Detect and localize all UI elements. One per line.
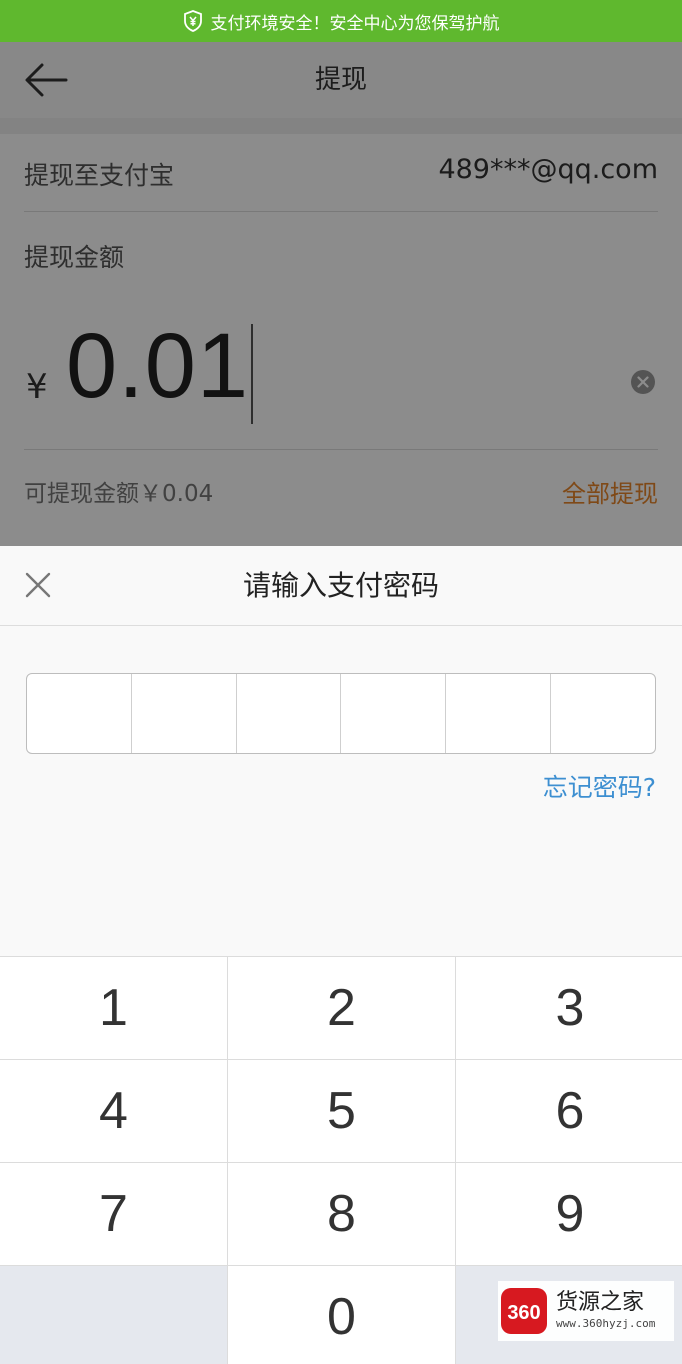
shield-yen-icon — [183, 10, 202, 32]
security-banner-text: 支付环境安全！安全中心为您保驾护航 — [210, 13, 500, 34]
watermark-text: 货源之家 www.360hyzj.com — [556, 1290, 655, 1332]
svg-text:360: 360 — [507, 1302, 540, 1324]
key-0[interactable]: 0 — [228, 1266, 455, 1364]
password-digit-cell — [27, 674, 132, 753]
sheet-header: 请输入支付密码 — [0, 546, 682, 626]
key-6[interactable]: 6 — [456, 1060, 682, 1162]
modal-overlay[interactable] — [0, 42, 682, 546]
watermark: 360 货源之家 www.360hyzj.com — [498, 1281, 674, 1341]
password-digit-cell — [341, 674, 447, 753]
password-digit-cell — [551, 674, 655, 753]
key-9[interactable]: 9 — [456, 1163, 682, 1265]
key-5[interactable]: 5 — [228, 1060, 455, 1162]
watermark-logo: 360 — [501, 1288, 547, 1334]
password-sheet: 请输入支付密码 忘记密码? — [0, 546, 682, 956]
key-8[interactable]: 8 — [228, 1163, 455, 1265]
watermark-url: www.360hyzj.com — [556, 1317, 656, 1330]
sheet-title: 请输入支付密码 — [242, 569, 439, 602]
password-input[interactable] — [26, 673, 656, 754]
password-digit-cell — [237, 674, 342, 753]
key-2[interactable]: 2 — [228, 957, 455, 1059]
key-7[interactable]: 7 — [0, 1163, 227, 1265]
key-blank — [0, 1266, 227, 1364]
key-3[interactable]: 3 — [456, 957, 682, 1059]
key-1[interactable]: 1 — [0, 957, 227, 1059]
key-4[interactable]: 4 — [0, 1060, 227, 1162]
password-digit-cell — [132, 674, 237, 753]
security-banner: 支付环境安全！安全中心为您保驾护航 — [0, 0, 682, 42]
password-digit-cell — [446, 674, 552, 753]
forgot-password-link[interactable]: 忘记密码? — [543, 768, 656, 804]
watermark-brand: 货源之家 — [556, 1290, 645, 1315]
